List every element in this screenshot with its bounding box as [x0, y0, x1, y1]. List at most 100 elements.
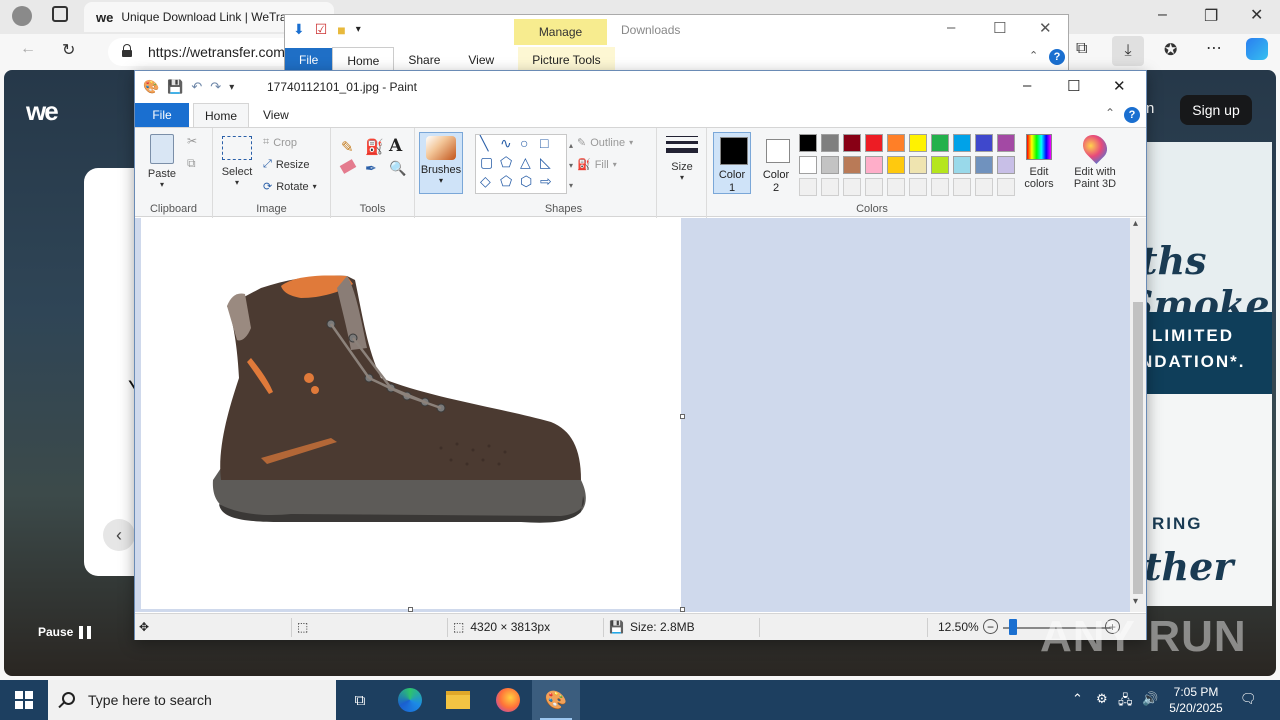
- explorer-maximize-icon[interactable]: ☐: [993, 19, 1006, 37]
- palette-swatch[interactable]: [843, 134, 861, 152]
- palette-swatch[interactable]: [997, 134, 1015, 152]
- paint-help-icon[interactable]: ?: [1124, 107, 1140, 123]
- qat-dropdown-icon[interactable]: ▾: [356, 24, 361, 35]
- pentagon-shape-icon[interactable]: ⬠: [500, 173, 512, 190]
- taskbar-file-explorer[interactable]: [434, 680, 482, 720]
- network-icon[interactable]: 🖧: [1118, 691, 1133, 713]
- paint-tab-view[interactable]: View: [263, 103, 289, 127]
- fill-button[interactable]: ⛽ Fill ▾: [577, 158, 617, 172]
- explorer-close-icon[interactable]: ✕: [1039, 19, 1052, 37]
- line-shape-icon[interactable]: ╲: [480, 135, 488, 152]
- paint-tab-file[interactable]: File: [135, 103, 189, 127]
- eraser-icon[interactable]: [339, 159, 357, 174]
- volume-icon[interactable]: 🔊: [1142, 691, 1158, 707]
- palette-swatch[interactable]: [799, 134, 817, 152]
- collections-icon[interactable]: ⧉: [1076, 40, 1087, 58]
- sign-up-button[interactable]: Sign up: [1180, 95, 1252, 125]
- profile-icon[interactable]: [12, 6, 32, 26]
- paint-maximize-icon[interactable]: ☐: [1067, 77, 1080, 95]
- palette-swatch[interactable]: [975, 178, 993, 196]
- size-button[interactable]: Size ▾: [665, 136, 699, 182]
- redo-icon[interactable]: ↷: [210, 79, 221, 95]
- color2-button[interactable]: Color 2: [757, 132, 795, 194]
- color1-button[interactable]: Color 1: [713, 132, 751, 194]
- palette-swatch[interactable]: [909, 178, 927, 196]
- start-button[interactable]: [0, 680, 48, 720]
- taskbar-clock[interactable]: 7:05 PM 5/20/2025: [1160, 684, 1232, 716]
- copy-icon[interactable]: ⧉: [187, 156, 196, 171]
- browser-minimize-icon[interactable]: –: [1158, 6, 1167, 24]
- palette-swatch[interactable]: [909, 156, 927, 174]
- palette-swatch[interactable]: [821, 178, 839, 196]
- properties-icon[interactable]: ☑: [315, 21, 328, 38]
- browser-restore-icon[interactable]: ❐: [1204, 6, 1218, 26]
- settings-more-icon[interactable]: ⋯: [1206, 38, 1222, 58]
- image-canvas[interactable]: [141, 218, 681, 609]
- vertical-scrollbar[interactable]: ▴ ▾: [1130, 218, 1146, 612]
- pencil-icon[interactable]: ✎: [341, 138, 354, 156]
- extensions-icon[interactable]: ✪: [1164, 40, 1177, 60]
- taskbar-search-box[interactable]: Type here to search: [48, 680, 336, 720]
- palette-swatch[interactable]: [865, 156, 883, 174]
- tray-device-icon[interactable]: ⚙: [1096, 691, 1108, 707]
- notification-icon[interactable]: 🗨: [1240, 691, 1257, 707]
- undo-icon[interactable]: ↶: [191, 79, 202, 95]
- paste-button[interactable]: Paste ▾: [145, 134, 179, 189]
- palette-swatch[interactable]: [931, 156, 949, 174]
- rotate-button[interactable]: ⟳ Rotate ▾: [263, 180, 317, 194]
- palette-swatch[interactable]: [865, 178, 883, 196]
- resize-handle-corner[interactable]: [680, 607, 685, 612]
- back-icon[interactable]: ←: [20, 40, 36, 58]
- palette-swatch[interactable]: [931, 178, 949, 196]
- brushes-button[interactable]: Brushes ▾: [419, 132, 463, 194]
- outline-button[interactable]: ✎ Outline ▾: [577, 136, 633, 150]
- palette-swatch[interactable]: [953, 178, 971, 196]
- resize-handle-right[interactable]: [680, 414, 685, 419]
- palette-swatch[interactable]: [843, 156, 861, 174]
- palette-swatch[interactable]: [975, 134, 993, 152]
- text-tool-icon[interactable]: A: [389, 136, 402, 156]
- scroll-up-icon[interactable]: ▴: [1133, 218, 1138, 229]
- palette-swatch[interactable]: [887, 156, 905, 174]
- wetransfer-logo[interactable]: we: [26, 96, 59, 127]
- color-picker-icon[interactable]: ✒: [365, 160, 377, 177]
- palette-swatch[interactable]: [931, 134, 949, 152]
- canvas-workspace[interactable]: [135, 218, 1130, 612]
- shapes-gallery[interactable]: ╲ ∿ ○ □ ▢ ⬠ △ ◺ ◇ ⬠ ⬡ ⇨: [475, 134, 567, 194]
- curve-shape-icon[interactable]: ∿: [500, 135, 512, 152]
- paint-tab-home[interactable]: Home: [193, 103, 249, 127]
- palette-swatch[interactable]: [953, 134, 971, 152]
- resize-handle-bottom[interactable]: [408, 607, 413, 612]
- folder-icon[interactable]: ■: [337, 22, 345, 38]
- palette-swatch[interactable]: [799, 156, 817, 174]
- explorer-tab-file[interactable]: File: [285, 48, 333, 72]
- polygon-shape-icon[interactable]: ⬠: [500, 154, 512, 171]
- palette-swatch[interactable]: [887, 178, 905, 196]
- zoom-slider-thumb[interactable]: [1009, 619, 1017, 635]
- explorer-tab-view[interactable]: View: [454, 53, 508, 67]
- shapes-scroll-icon[interactable]: ▴ ▾ ▾: [569, 136, 573, 196]
- taskbar-paint[interactable]: 🎨: [532, 680, 580, 720]
- oval-shape-icon[interactable]: ○: [520, 135, 528, 151]
- explorer-help-icon[interactable]: ?: [1049, 49, 1065, 65]
- taskbar-edge[interactable]: [386, 680, 434, 720]
- rounded-rect-shape-icon[interactable]: ▢: [480, 154, 493, 171]
- browser-close-icon[interactable]: ✕: [1250, 5, 1263, 25]
- paint-close-icon[interactable]: ✕: [1113, 77, 1126, 95]
- download-arrow-icon[interactable]: ⬇: [293, 21, 305, 38]
- palette-swatch[interactable]: [865, 134, 883, 152]
- qat-customize-icon[interactable]: ▾: [229, 82, 234, 93]
- palette-swatch[interactable]: [997, 156, 1015, 174]
- palette-swatch[interactable]: [821, 156, 839, 174]
- tray-overflow-icon[interactable]: ⌃: [1072, 691, 1083, 707]
- palette-swatch[interactable]: [909, 134, 927, 152]
- collapse-ribbon-icon[interactable]: ⌃: [1105, 106, 1115, 120]
- palette-swatch[interactable]: [843, 178, 861, 196]
- triangle-shape-icon[interactable]: △: [520, 154, 531, 171]
- diamond-shape-icon[interactable]: ◇: [480, 173, 491, 190]
- url-field[interactable]: https://wetransfer.com: [108, 38, 308, 66]
- palette-swatch[interactable]: [975, 156, 993, 174]
- cut-icon[interactable]: ✂: [187, 134, 197, 148]
- tab-actions-icon[interactable]: [52, 6, 68, 22]
- palette-swatch[interactable]: [997, 178, 1015, 196]
